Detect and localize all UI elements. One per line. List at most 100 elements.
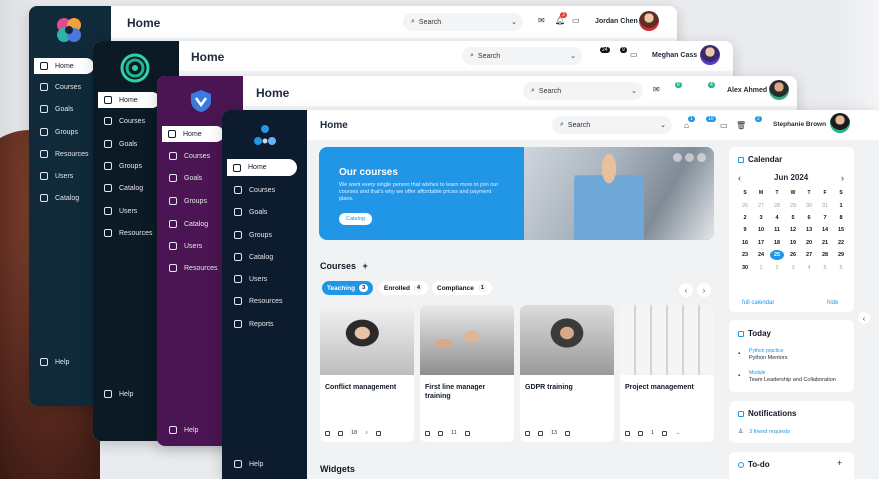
calendar-day[interactable]: 2 bbox=[770, 265, 784, 271]
w4-search-input[interactable]: ⌕ Search ⌄ bbox=[552, 116, 672, 134]
w2-menu-resources[interactable]: Resources bbox=[104, 229, 152, 237]
w3-menu-catalog[interactable]: Catalog bbox=[169, 220, 208, 228]
tab-teaching[interactable]: Teaching 3 bbox=[322, 281, 374, 295]
calendar-day[interactable]: 8 bbox=[834, 215, 848, 221]
w2-calendar-icon[interactable]: ▭ bbox=[630, 50, 638, 59]
w3-menu-groups[interactable]: Groups bbox=[169, 197, 207, 205]
w3-menu-home[interactable]: Home bbox=[162, 126, 224, 142]
w3-help[interactable]: Help bbox=[169, 426, 198, 434]
w2-menu-users[interactable]: Users bbox=[104, 207, 137, 215]
calendar-day[interactable]: 30 bbox=[738, 265, 752, 271]
add-todo-button[interactable]: + bbox=[837, 458, 842, 468]
w2-avatar[interactable] bbox=[700, 45, 720, 65]
w4-menu-catalog[interactable]: Catalog bbox=[234, 253, 273, 261]
prev-arrow-button[interactable]: ‹ bbox=[679, 283, 693, 297]
full-calendar-link[interactable]: full calendar bbox=[742, 300, 774, 306]
w4-menu-resources[interactable]: Resources bbox=[234, 297, 282, 305]
course-card[interactable]: First line manager training 11 bbox=[420, 305, 514, 442]
calendar-day[interactable]: 5 bbox=[786, 215, 800, 221]
calendar-day[interactable]: 26 bbox=[738, 203, 752, 209]
hide-calendar-link[interactable]: hide bbox=[827, 300, 838, 306]
w2-menu-home[interactable]: Home bbox=[98, 92, 160, 108]
w1-menu-users[interactable]: Users bbox=[40, 172, 73, 180]
calendar-day[interactable]: 7 bbox=[818, 215, 832, 221]
calendar-day[interactable]: 15 bbox=[834, 227, 848, 233]
calendar-day[interactable]: 28 bbox=[770, 203, 784, 209]
calendar-day[interactable]: 16 bbox=[738, 240, 752, 246]
calendar-day[interactable]: 24 bbox=[754, 252, 768, 258]
w4-avatar[interactable] bbox=[830, 113, 850, 133]
w1-help[interactable]: Help bbox=[40, 358, 69, 366]
calendar-day[interactable]: 3 bbox=[786, 265, 800, 271]
calendar-day[interactable]: 27 bbox=[802, 252, 816, 258]
w3-menu-courses[interactable]: Courses bbox=[169, 152, 210, 160]
w1-menu-resources[interactable]: Resources bbox=[40, 150, 88, 158]
add-course-button[interactable]: + bbox=[363, 261, 368, 271]
w4-menu-home[interactable]: Home bbox=[227, 159, 297, 176]
calendar-day[interactable]: 27 bbox=[754, 203, 768, 209]
w1-user-name[interactable]: Jordan Chen bbox=[595, 18, 638, 25]
w4-cart-icon[interactable]: ⌂ bbox=[684, 121, 689, 130]
w4-menu-goals[interactable]: Goals bbox=[234, 208, 267, 216]
today-item-name[interactable]: Team Leadership and Collaboration bbox=[749, 377, 836, 383]
calendar-day[interactable]: 1 bbox=[754, 265, 768, 271]
calendar-day[interactable]: 6 bbox=[834, 265, 848, 271]
w1-menu-catalog[interactable]: Catalog bbox=[40, 194, 79, 202]
calendar-day[interactable]: 19 bbox=[786, 240, 800, 246]
w4-menu-courses[interactable]: Courses bbox=[234, 186, 275, 194]
w1-menu-courses[interactable]: Courses bbox=[40, 83, 81, 91]
calendar-day[interactable]: 5 bbox=[818, 265, 832, 271]
w1-calendar-icon[interactable]: ▭ bbox=[572, 16, 580, 25]
w4-calendar-icon[interactable]: ▭ bbox=[720, 121, 728, 130]
w4-trash-icon[interactable]: 🗑︎ bbox=[736, 121, 746, 130]
w3-menu-resources[interactable]: Resources bbox=[169, 264, 217, 272]
w2-search-input[interactable]: ⌕ Search ⌄ bbox=[462, 47, 582, 65]
calendar-day[interactable]: 1 bbox=[834, 203, 848, 209]
calendar-day[interactable]: 14 bbox=[818, 227, 832, 233]
calendar-day[interactable]: 26 bbox=[786, 252, 800, 258]
edit-icon[interactable] bbox=[685, 153, 694, 162]
w2-menu-goals[interactable]: Goals bbox=[104, 140, 137, 148]
w3-user-name[interactable]: Alex Ahmed bbox=[727, 87, 767, 94]
calendar-day[interactable]: 4 bbox=[802, 265, 816, 271]
cal-next-button[interactable]: › bbox=[841, 173, 844, 183]
calendar-day[interactable]: 29 bbox=[786, 203, 800, 209]
w1-search-input[interactable]: ⌕ Search ⌄ bbox=[403, 13, 523, 31]
calendar-day[interactable]: 22 bbox=[834, 240, 848, 246]
course-card[interactable]: Conflict management 18 ♪ bbox=[320, 305, 414, 442]
w4-help[interactable]: Help bbox=[234, 460, 263, 468]
w3-avatar[interactable] bbox=[769, 80, 789, 100]
calendar-day[interactable]: 20 bbox=[802, 240, 816, 246]
catalog-button[interactable]: Catalog bbox=[339, 213, 372, 225]
info-icon[interactable] bbox=[697, 153, 706, 162]
today-item-name[interactable]: Python Mentors bbox=[749, 355, 788, 361]
calendar-day[interactable]: 9 bbox=[738, 227, 752, 233]
w2-menu-groups[interactable]: Groups bbox=[104, 162, 142, 170]
tab-enrolled[interactable]: Enrolled 4 bbox=[379, 281, 429, 295]
calendar-day[interactable]: 30 bbox=[802, 203, 816, 209]
w1-avatar[interactable] bbox=[639, 11, 659, 31]
calendar-day[interactable]: 3 bbox=[754, 215, 768, 221]
calendar-day[interactable]: 11 bbox=[770, 227, 784, 233]
calendar-day[interactable]: 10 bbox=[754, 227, 768, 233]
calendar-day[interactable]: 29 bbox=[834, 252, 848, 258]
calendar-day[interactable]: 28 bbox=[818, 252, 832, 258]
calendar-day[interactable]: 31 bbox=[818, 203, 832, 209]
calendar-day[interactable]: 23 bbox=[738, 252, 752, 258]
w4-menu-groups[interactable]: Groups bbox=[234, 231, 272, 239]
calendar-day[interactable]: 6 bbox=[802, 215, 816, 221]
course-card[interactable]: GDPR training 13 bbox=[520, 305, 614, 442]
w1-mail-icon[interactable]: ✉ bbox=[538, 16, 545, 25]
w2-menu-courses[interactable]: Courses bbox=[104, 117, 145, 125]
calendar-day[interactable]: 17 bbox=[754, 240, 768, 246]
w2-menu-catalog[interactable]: Catalog bbox=[104, 184, 143, 192]
w4-menu-reports[interactable]: Reports bbox=[234, 320, 274, 328]
collapse-panel-button[interactable]: ‹ bbox=[858, 312, 870, 324]
w3-search-input[interactable]: ⌕ Search ⌄ bbox=[523, 82, 643, 100]
calendar-day[interactable]: 4 bbox=[770, 215, 784, 221]
friend-requests-link[interactable]: 3 friend requests bbox=[749, 429, 790, 435]
cal-prev-button[interactable]: ‹ bbox=[738, 173, 741, 183]
play-icon[interactable] bbox=[673, 153, 682, 162]
w4-user-name[interactable]: Stephanie Brown bbox=[773, 121, 826, 128]
w2-help[interactable]: Help bbox=[104, 390, 133, 398]
